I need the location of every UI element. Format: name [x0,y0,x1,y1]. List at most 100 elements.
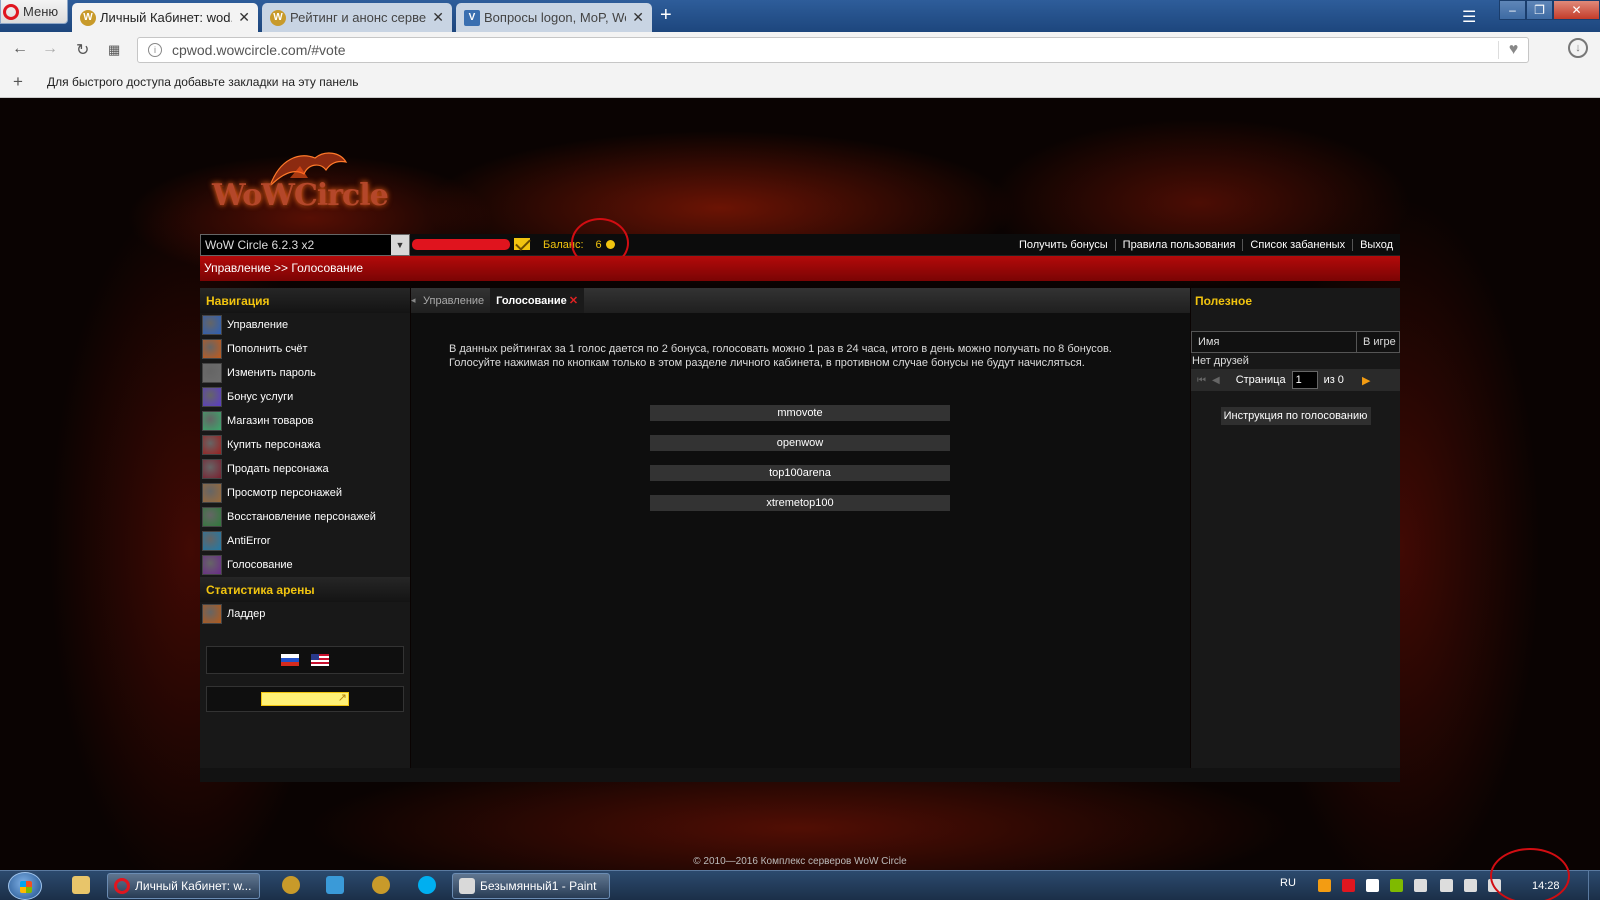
wow-icon[interactable] [372,876,390,894]
volume-icon[interactable] [1464,879,1477,892]
sidebar-item[interactable]: Пополнить счёт [200,337,410,361]
usage-rules-link[interactable]: Правила пользования [1116,239,1244,251]
taskbar-task-opera[interactable]: Личный Кабинет: w... [107,873,260,899]
notepad-icon[interactable] [326,876,344,894]
banned-list-link[interactable]: Список забаненых [1243,239,1354,251]
start-button[interactable] [8,872,42,900]
sidebar-item-label: Купить персонажа [227,439,321,451]
taskbar-task-paint[interactable]: Безымянный1 - Paint [452,873,610,899]
breadcrumb: Управление >> Голосование [204,261,364,275]
new-tab-button[interactable]: + [660,4,672,27]
arena-icon [202,604,222,624]
language-switcher [206,646,404,674]
reload-icon[interactable]: ↻ [76,40,89,60]
show-desktop-button[interactable] [1588,871,1600,900]
sidebar-item[interactable]: Ладдер [200,602,410,626]
sidebar-item[interactable]: Просмотр персонажей [200,481,410,505]
tray-windows-icon[interactable] [1366,879,1379,892]
arena-list: Ладдер [200,602,410,626]
speed-dial-icon[interactable]: ▦ [108,42,120,58]
useful-title: Полезное [1195,294,1253,308]
download-icon[interactable]: ↓ [1568,38,1588,58]
vote-button-mmovote[interactable]: mmovote [650,405,950,421]
web-page: WoWCircle WoW Circle 6.2.3 x2 ▼ Баланс: 6… [0,98,1600,870]
tab-voting[interactable]: Голосование ✕ [490,288,585,313]
column-in-game[interactable]: В игре [1357,332,1399,352]
column-name[interactable]: Имя [1192,332,1357,352]
page-number-input[interactable] [1291,371,1318,389]
opera-icon [114,878,130,894]
chevron-down-icon[interactable]: ▼ [391,235,409,255]
right-sidebar: Полезное Имя В игре Нет друзей ⏮ ◀ Стран… [1191,288,1400,768]
sidebar-item[interactable]: Магазин товаров [200,409,410,433]
browser-tab-active[interactable]: W Личный Кабинет: wod.wo ✕ [72,3,258,32]
tray-app-icon[interactable] [1318,879,1331,892]
sidebar-item[interactable]: Бонус услуги [200,385,410,409]
sidebar-item[interactable]: Изменить пароль [200,361,410,385]
bookmark-heart-icon[interactable]: ♥ [1498,41,1528,59]
tab-close-icon[interactable]: ✕ [238,9,250,26]
tray-update-icon[interactable] [1390,879,1403,892]
prev-page-icon[interactable]: ◀ [1212,375,1220,386]
us-flag-icon[interactable] [311,654,329,666]
pager-total: из 0 [1323,374,1344,386]
eye-icon [202,363,222,383]
vote-button-top100arena[interactable]: top100arena [650,465,950,481]
realm-select[interactable]: WoW Circle 6.2.3 x2 ▼ [200,234,410,256]
logout-link[interactable]: Выход [1353,239,1400,251]
forward-icon[interactable]: → [42,40,58,58]
sidebar-item[interactable]: Продать персонажа [200,457,410,481]
russian-flag-icon[interactable] [281,654,299,666]
get-bonuses-link[interactable]: Получить бонусы [1012,239,1116,251]
no-friends-text: Нет друзей [1192,355,1249,367]
sidebar-item-label: Управление [227,319,289,331]
promo-button[interactable] [261,691,349,706]
tray-flag-icon[interactable] [1414,879,1427,892]
url-input[interactable] [172,42,1498,58]
sidebar-item-label: Голосование [227,559,293,571]
tab-label: Голосование [496,294,567,307]
vote-button-xtremetop100[interactable]: xtremetop100 [650,495,950,511]
sidebar-item[interactable]: Управление [200,313,410,337]
add-bookmark-icon[interactable]: + [13,72,23,92]
sidebar-item-label: Продать персонажа [227,463,329,475]
tab-management[interactable]: Управление [417,288,490,313]
wowcircle-logo[interactable]: WoWCircle [210,148,400,214]
browser-tab[interactable]: V Вопросы logon, MoP, Wo ✕ [456,3,652,32]
logo-wordmark: WoWCircle [212,178,389,213]
skype-icon[interactable] [418,876,436,894]
back-icon[interactable]: ← [12,40,28,58]
tab-close-icon[interactable]: ✕ [632,9,644,26]
vote-button-openwow[interactable]: openwow [650,435,950,451]
language-indicator[interactable]: RU [1280,877,1296,889]
sidebar-item[interactable]: Голосование [200,553,410,577]
sidebar-item[interactable]: Купить персонажа [200,433,410,457]
tray-antivirus-icon[interactable] [1342,879,1355,892]
close-window-icon[interactable]: ✕ [1553,0,1600,20]
minimize-icon[interactable]: ‒ [1499,0,1526,20]
tab-close-icon[interactable]: ✕ [432,9,444,26]
nav-list: Управление Пополнить счёт Изменить пароль Б… [200,313,410,577]
warrior-face-icon [202,483,222,503]
network-signal-icon[interactable] [1440,879,1453,892]
arena-title: Статистика арены [200,577,410,602]
demon-hand-icon [202,459,222,479]
scroll-left-icon[interactable]: ◂ [411,295,416,306]
sidebar-item[interactable]: AntiError [200,529,410,553]
site-info-icon[interactable]: i [148,43,162,57]
wow-launcher-icon[interactable] [282,876,300,894]
explorer-icon[interactable] [72,876,90,894]
voting-instruction-button[interactable]: Инструкция по голосованию [1220,407,1371,425]
tab-menu-icon[interactable]: ☰ [1462,7,1476,27]
friends-pager: ⏮ ◀ Страница из 0 ▶ [1191,369,1400,391]
maximize-icon[interactable]: ❐ [1526,0,1553,20]
sidebar-item[interactable]: Восстановление персонажей [200,505,410,529]
close-tab-icon[interactable]: ✕ [569,294,578,307]
mail-icon[interactable] [514,238,530,250]
browser-tab[interactable]: W Рейтинг и анонс серверо ✕ [262,3,452,32]
first-page-icon[interactable]: ⏮ [1197,375,1206,386]
opera-menu-button[interactable]: Меню [0,0,68,24]
bookmark-bar: + Для быстрого доступа добавьте закладки… [0,66,1600,98]
next-page-icon[interactable]: ▶ [1362,374,1370,387]
bookmarks-hint: Для быстрого доступа добавьте закладки н… [47,75,359,89]
